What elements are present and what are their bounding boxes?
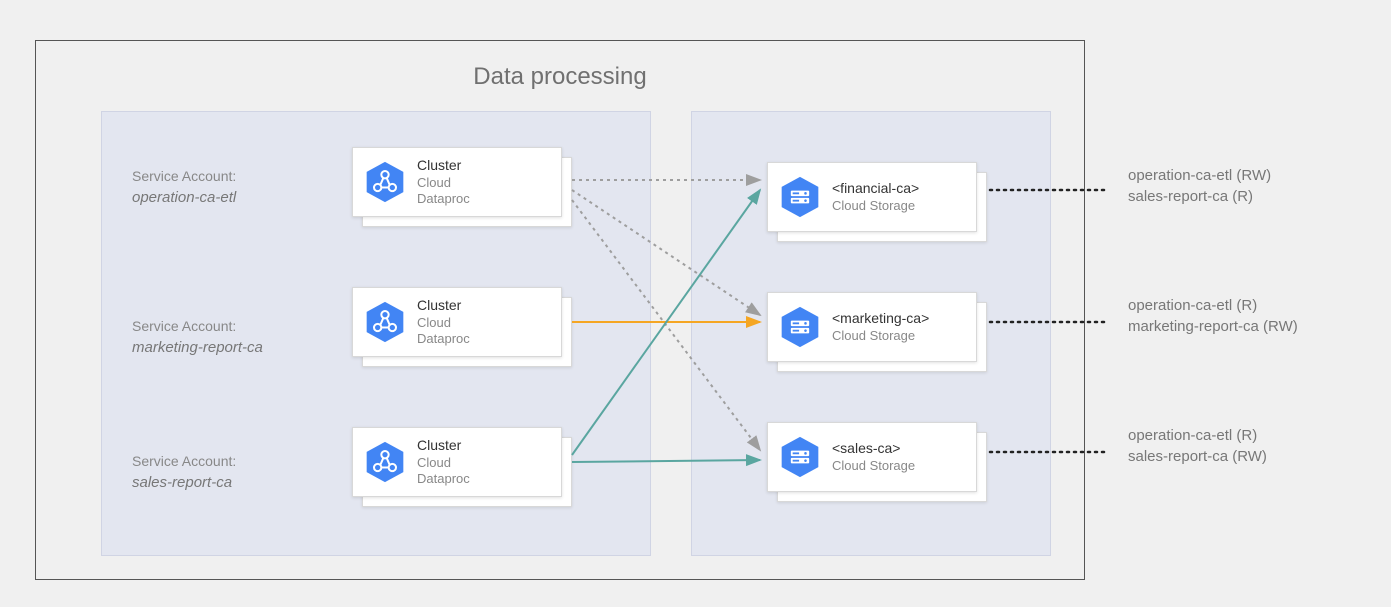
dataproc-icon [363, 300, 407, 344]
service-account-1: Service Account: operation-ca-etl [132, 167, 332, 208]
sa-label: Service Account: [132, 167, 332, 187]
perm-line: operation-ca-etl (R) [1128, 295, 1298, 316]
dataproc-icon [363, 160, 407, 204]
dataproc-icon [363, 440, 407, 484]
permissions-3: operation-ca-etl (R) sales-report-ca (RW… [1128, 425, 1267, 467]
cloud-storage-icon [778, 305, 822, 349]
sa-name-2: marketing-report-ca [132, 337, 332, 358]
cloud-storage-icon [778, 435, 822, 479]
cluster-title: Cluster [417, 437, 470, 455]
cluster-title: Cluster [417, 157, 470, 175]
cluster-sub2: Dataproc [417, 331, 470, 347]
perm-line: sales-report-ca (R) [1128, 186, 1271, 207]
cluster-sub1: Cloud [417, 175, 470, 191]
sa-name-1: operation-ca-etl [132, 187, 332, 208]
data-processing-container: Data processing Service Account: operati… [35, 40, 1085, 580]
service-account-2: Service Account: marketing-report-ca [132, 317, 332, 358]
diagram-title: Data processing [473, 63, 646, 91]
cluster-sub1: Cloud [417, 455, 470, 471]
clusters-panel: Service Account: operation-ca-etl Servic… [101, 111, 651, 556]
storage-sub: Cloud Storage [832, 198, 919, 214]
bucket-name-2: <marketing-ca> [832, 310, 929, 328]
storage-panel: <financial-ca> Cloud Storage [691, 111, 1051, 556]
bucket-name-1: <financial-ca> [832, 180, 919, 198]
service-account-3: Service Account: sales-report-ca [132, 452, 332, 493]
perm-line: marketing-report-ca (RW) [1128, 316, 1298, 337]
sa-name-3: sales-report-ca [132, 472, 332, 493]
storage-sub: Cloud Storage [832, 458, 915, 474]
perm-line: operation-ca-etl (RW) [1128, 165, 1271, 186]
cloud-storage-icon [778, 175, 822, 219]
cluster-sub1: Cloud [417, 315, 470, 331]
cluster-title: Cluster [417, 297, 470, 315]
perm-line: sales-report-ca (RW) [1128, 446, 1267, 467]
storage-sub: Cloud Storage [832, 328, 929, 344]
sa-label: Service Account: [132, 317, 332, 337]
bucket-name-3: <sales-ca> [832, 440, 915, 458]
perm-line: operation-ca-etl (R) [1128, 425, 1267, 446]
sa-label: Service Account: [132, 452, 332, 472]
permissions-1: operation-ca-etl (RW) sales-report-ca (R… [1128, 165, 1271, 207]
cluster-sub2: Dataproc [417, 191, 470, 207]
cluster-sub2: Dataproc [417, 471, 470, 487]
permissions-2: operation-ca-etl (R) marketing-report-ca… [1128, 295, 1298, 337]
